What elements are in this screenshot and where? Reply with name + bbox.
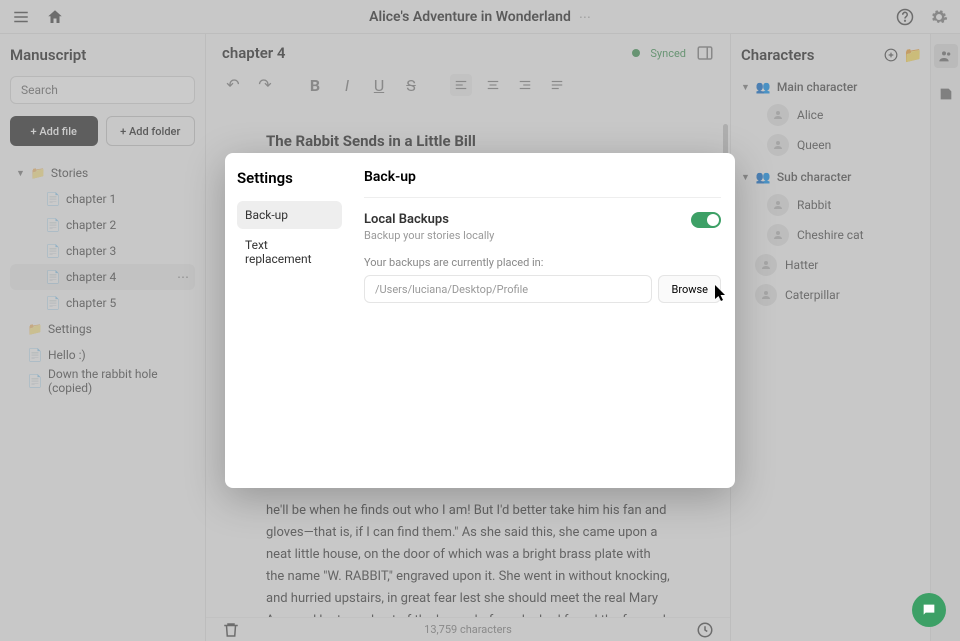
settings-modal: Settings Back-up Text replacement Back-u…	[225, 153, 735, 488]
modal-nav-backup[interactable]: Back-up	[237, 201, 342, 229]
modal-overlay[interactable]: Settings Back-up Text replacement Back-u…	[0, 0, 960, 641]
modal-nav-text-replacement[interactable]: Text replacement	[237, 231, 342, 273]
chat-fab[interactable]	[912, 593, 946, 627]
local-backups-toggle[interactable]	[691, 212, 721, 228]
backup-location-note: Your backups are currently placed in:	[364, 256, 721, 269]
local-backups-desc: Backup your stories locally	[364, 229, 494, 242]
backup-path-input[interactable]	[364, 275, 652, 303]
local-backups-label: Local Backups	[364, 212, 494, 227]
modal-panel-title: Back-up	[364, 169, 721, 185]
browse-button[interactable]: Browse	[658, 275, 721, 303]
modal-title: Settings	[237, 169, 342, 187]
divider	[364, 197, 721, 198]
